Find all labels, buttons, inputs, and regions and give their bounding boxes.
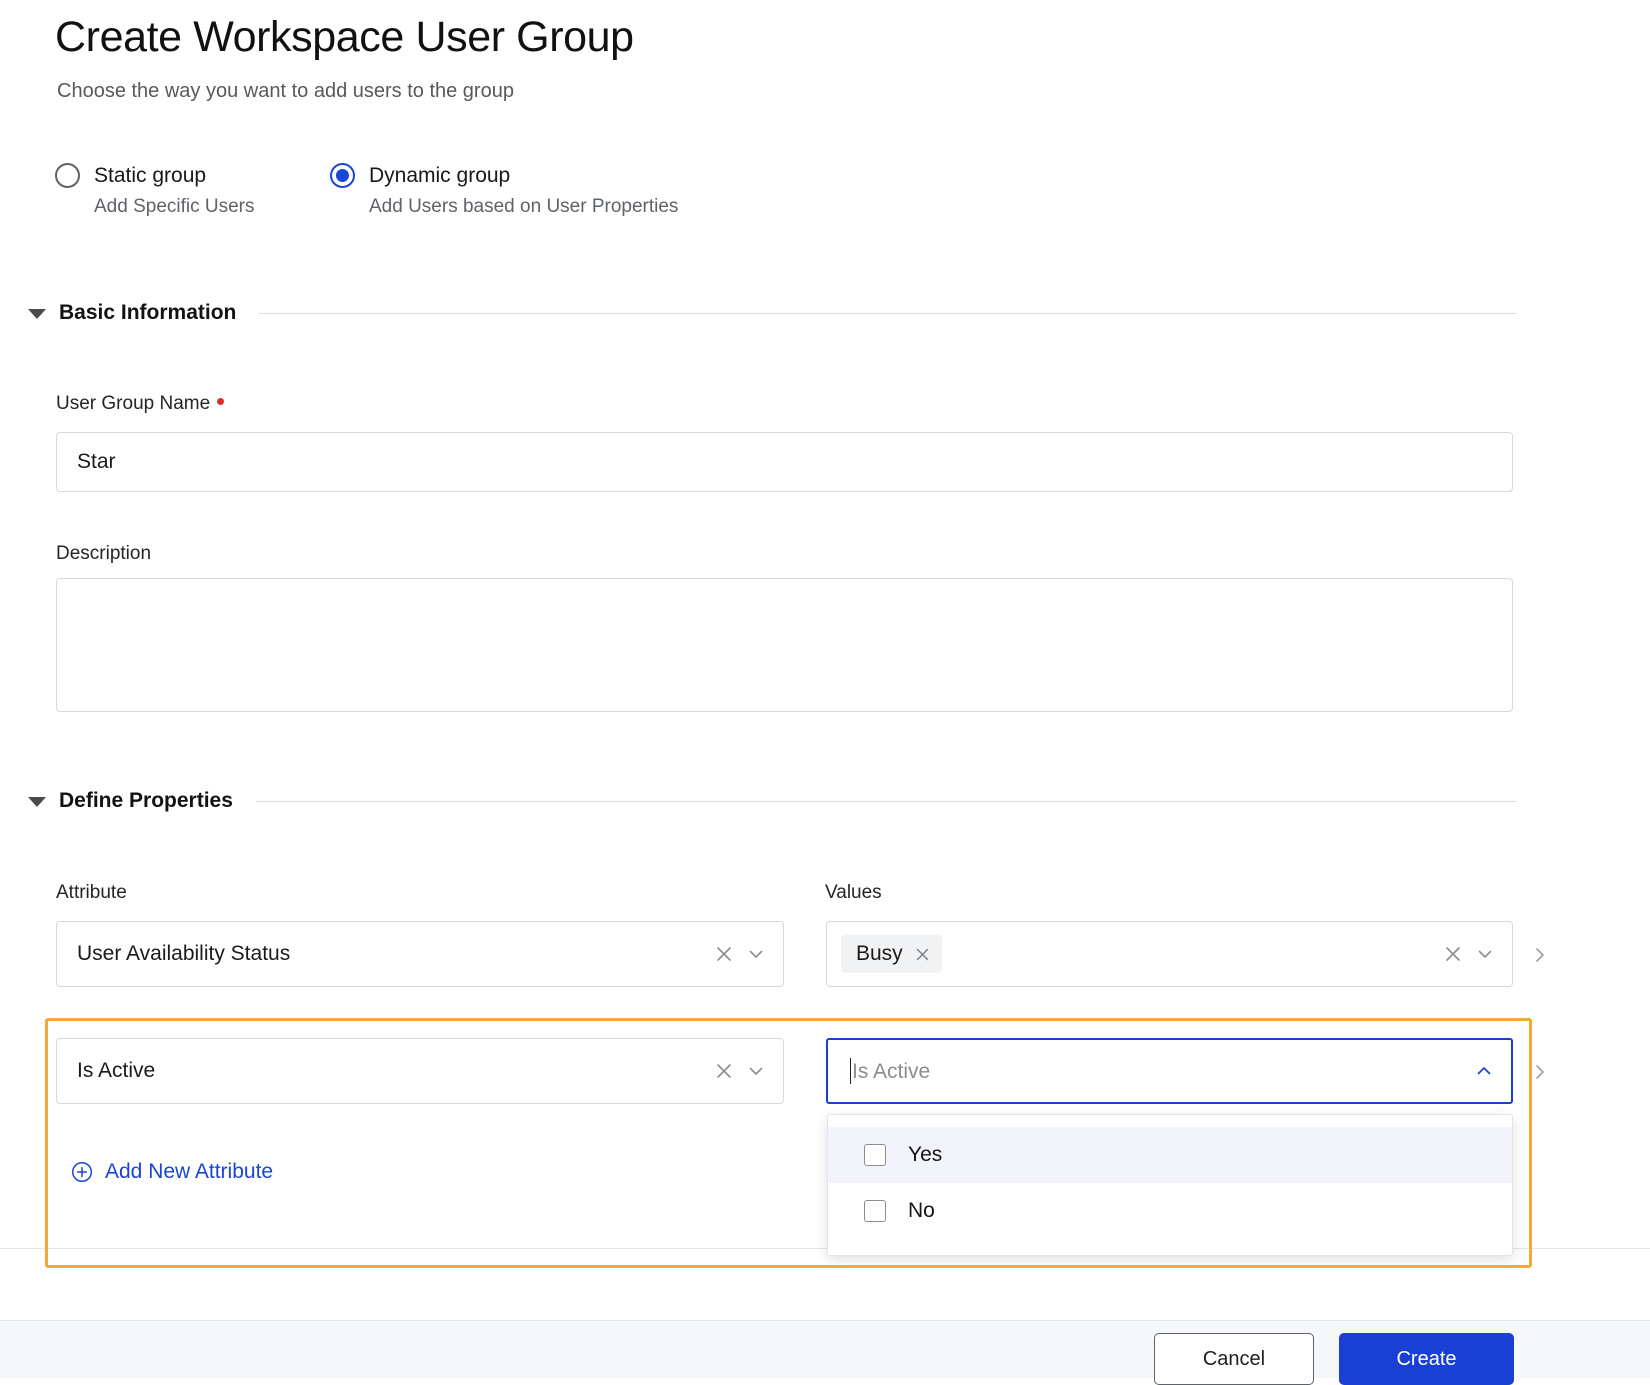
row-expand-chevron-right-icon-row-2[interactable] [1528,1060,1552,1084]
checkbox-yes-icon[interactable] [864,1144,886,1166]
caret-down-icon[interactable] [28,797,46,807]
dropdown-item-no-label: No [908,1199,935,1222]
description-label: Description [56,543,152,564]
radio-static-group-label: Static group [94,163,207,187]
radio-option-static-group[interactable]: Static group Add Specific Users [55,163,255,218]
section-divider [255,800,1516,802]
section-header-define-properties[interactable]: Define Properties [28,789,1516,813]
chevron-down-icon[interactable] [743,1058,769,1084]
dropdown-top-padding [828,1115,1512,1127]
value-chip-busy[interactable]: Busy [841,935,942,973]
page-subtitle: Choose the way you want to add users to … [57,80,514,102]
section-divider [259,312,1516,314]
values-dropdown-menu[interactable]: Yes No [827,1114,1513,1256]
attribute-select-row-2-value: Is Active [77,1059,156,1082]
attribute-select-row-1-value: User Availability Status [77,942,291,965]
text-cursor [850,1058,851,1084]
row-expand-chevron-right-icon-row-1[interactable] [1528,943,1552,967]
user-group-name-label: User Group Name [56,393,225,415]
radio-static-group-icon[interactable] [55,163,80,188]
value-chip-busy-label: Busy [856,942,903,965]
radio-dynamic-group-label: Dynamic group [369,163,511,187]
values-select-row-2-placeholder: Is Active [850,1058,931,1084]
dropdown-item-yes[interactable]: Yes [828,1127,1512,1183]
clear-icon[interactable] [711,1058,737,1084]
page-title: Create Workspace User Group [55,13,634,61]
dropdown-item-no[interactable]: No [828,1183,1512,1239]
description-textarea[interactable] [56,578,1513,712]
plus-circle-icon [71,1161,93,1183]
dropdown-item-yes-label: Yes [908,1143,943,1166]
cancel-button[interactable]: Cancel [1154,1333,1314,1385]
radio-dynamic-group-icon[interactable] [330,163,355,188]
clear-icon[interactable] [1440,941,1466,967]
add-new-attribute-button[interactable]: Add New Attribute [71,1160,273,1184]
column-header-values: Values [825,882,882,903]
attribute-select-row-1[interactable]: User Availability Status [56,921,784,987]
chip-remove-icon[interactable] [915,947,930,962]
attribute-select-row-2[interactable]: Is Active [56,1038,784,1104]
radio-option-dynamic-group[interactable]: Dynamic group Add Users based on User Pr… [330,163,678,218]
column-header-attribute: Attribute [56,882,127,903]
section-title-define-properties: Define Properties [59,789,233,812]
values-select-row-2[interactable]: Is Active [826,1038,1513,1104]
create-button[interactable]: Create [1339,1333,1514,1385]
radio-static-group-description: Add Specific Users [94,196,255,217]
caret-down-icon[interactable] [28,309,46,319]
section-title-basic-information: Basic Information [59,301,237,324]
required-indicator-icon [217,398,225,405]
chevron-down-icon[interactable] [1472,941,1498,967]
clear-icon[interactable] [711,941,737,967]
chevron-down-icon[interactable] [743,941,769,967]
section-header-basic-information[interactable]: Basic Information [28,301,1516,325]
checkbox-no-icon[interactable] [864,1200,886,1222]
user-group-name-input[interactable] [56,432,1513,492]
radio-dynamic-group-description: Add Users based on User Properties [369,196,679,217]
values-select-row-1[interactable]: Busy [826,921,1513,987]
group-type-radio-group: Static group Add Specific Users Dynamic … [55,163,1055,233]
add-new-attribute-label: Add New Attribute [105,1160,274,1183]
chevron-up-icon[interactable] [1471,1058,1497,1084]
